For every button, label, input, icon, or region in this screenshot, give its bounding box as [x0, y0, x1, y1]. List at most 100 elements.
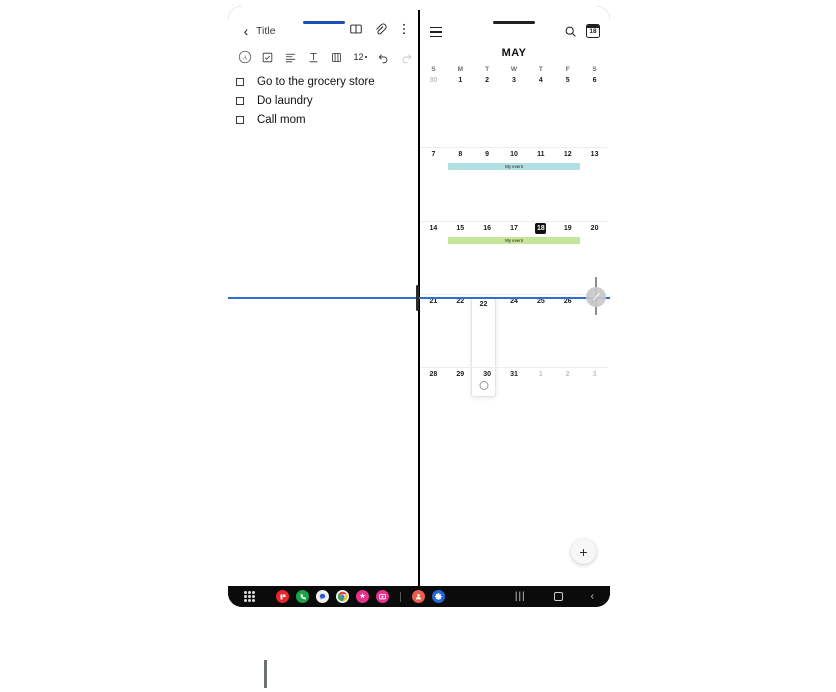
calendar-day-cell[interactable]: 2: [554, 371, 581, 381]
phone-app-icon[interactable]: [296, 590, 309, 603]
back-button[interactable]: ‹: [591, 591, 594, 602]
attach-icon[interactable]: [373, 22, 388, 38]
calendar-day-cell[interactable]: 7: [420, 151, 447, 161]
calendar-day-cell[interactable]: 29: [447, 371, 474, 381]
day-header: S: [431, 66, 436, 73]
calendar-day-cell[interactable]: 22: [447, 298, 474, 308]
calendar-day-cell[interactable]: 9: [474, 151, 501, 161]
calendar-day-cell[interactable]: 6: [581, 77, 608, 87]
calendar-day-cell[interactable]: 14: [420, 225, 447, 236]
calendar-day-cell[interactable]: 19: [554, 225, 581, 236]
day-header: F: [565, 66, 570, 73]
note-title[interactable]: Title: [256, 24, 275, 38]
calendar-week-row[interactable]: 30 1 2 3 4 5 6: [420, 74, 608, 147]
undo-icon[interactable]: [372, 48, 395, 66]
split-divider-line-left: [228, 297, 420, 299]
calendar-day-cell[interactable]: 26: [554, 298, 581, 308]
checklist-icon[interactable]: [256, 48, 279, 66]
calendar-week-day-numbers: 14 15 16 17 18 19 20: [420, 222, 608, 235]
home-button[interactable]: [553, 592, 563, 601]
device-frame: ‹ Title A 12 Go to the grocery store Do …: [228, 6, 610, 607]
calendar-day-cell[interactable]: 12: [554, 151, 581, 161]
taskbar: ||| ‹: [228, 586, 610, 607]
messages-app-icon[interactable]: [316, 590, 329, 603]
calendar-day-cell[interactable]: 15: [447, 225, 474, 236]
settings-app-icon[interactable]: [432, 590, 445, 603]
search-icon[interactable]: [564, 25, 577, 38]
calendar-day-cell[interactable]: 30: [474, 371, 501, 381]
insert-table-icon[interactable]: [325, 48, 348, 66]
calendar-day-cell[interactable]: 21: [420, 298, 447, 308]
font-size-selector[interactable]: 12: [348, 52, 372, 62]
today-highlight: 18: [535, 222, 547, 234]
all-apps-icon[interactable]: [244, 591, 255, 602]
calendar-day-cell[interactable]: 1: [447, 77, 474, 87]
checkbox-icon[interactable]: [236, 96, 244, 105]
calendar-day-cell[interactable]: 3: [501, 77, 528, 87]
day-header: M: [457, 66, 463, 73]
calendar-top-bar: 18: [420, 18, 608, 44]
calendar-day-cell[interactable]: 13: [581, 151, 608, 161]
font-size-value: 12: [353, 52, 364, 62]
taskbar-divider: [400, 591, 401, 602]
note-checklist: Go to the grocery store Do laundry Call …: [230, 72, 418, 129]
calendar-day-cell[interactable]: 20: [581, 225, 608, 236]
calendar-day-cell[interactable]: 16: [474, 225, 501, 236]
recent-apps-button[interactable]: |||: [515, 591, 526, 602]
today-date-icon-label: 18: [589, 28, 597, 35]
chrome-app-icon[interactable]: [336, 590, 349, 603]
system-nav-buttons: ||| ‹: [515, 591, 594, 602]
calendar-day-cell[interactable]: 8: [447, 151, 474, 161]
calendar-day-cell[interactable]: 25: [527, 298, 554, 308]
text-cursor: [264, 660, 267, 688]
text-style-icon[interactable]: A: [233, 48, 256, 66]
day-detail-card-date: 22: [479, 300, 488, 308]
calendar-day-cell[interactable]: 31: [501, 371, 528, 381]
calendar-day-cell[interactable]: 30: [420, 77, 447, 87]
calendar-month-grid[interactable]: 30 1 2 3 4 5 6 7 8 9 10 11 12 13 My event 14 15 16 17 18 19 2…: [420, 74, 608, 514]
calendar-week-row[interactable]: 7 8 9 10 11 12 13 My event: [420, 147, 608, 220]
add-event-button[interactable]: +: [571, 539, 596, 564]
notes-format-toolbar: A 12: [230, 47, 418, 67]
calendar-day-cell[interactable]: 18: [527, 222, 554, 236]
calendar-day-cell[interactable]: 24: [501, 298, 528, 308]
back-chevron-icon[interactable]: ‹: [239, 24, 253, 38]
view-mode-icon[interactable]: [349, 22, 364, 38]
list-item[interactable]: Call mom: [230, 110, 418, 129]
calendar-day-cell[interactable]: 17: [501, 225, 528, 236]
calendar-event-bar[interactable]: My event: [447, 163, 581, 171]
svg-text:A: A: [242, 54, 247, 61]
gallery-app-icon[interactable]: [356, 590, 369, 603]
calendar-day-cell[interactable]: 10: [501, 151, 528, 161]
contacts-app-icon[interactable]: [412, 590, 425, 603]
calendar-day-cell[interactable]: 3: [581, 371, 608, 381]
redo-icon[interactable]: [395, 48, 418, 66]
today-date-icon[interactable]: 18: [586, 24, 600, 38]
calendar-day-cell[interactable]: 5: [554, 77, 581, 87]
paragraph-align-icon[interactable]: [279, 48, 302, 66]
calendar-day-cell[interactable]: 1: [527, 371, 554, 381]
calendar-day-cell[interactable]: 11: [527, 151, 554, 161]
calendar-week-row[interactable]: 2122232425262722: [420, 293, 608, 397]
text-format-icon[interactable]: [302, 48, 325, 66]
flipboard-app-icon[interactable]: [276, 590, 289, 603]
checkbox-icon[interactable]: [236, 115, 244, 124]
calendar-day-headers: S M T W T F S: [420, 66, 608, 73]
notes-header-actions: [349, 22, 412, 38]
window-resize-handle[interactable]: [586, 287, 606, 307]
calendar-week-row[interactable]: 14 15 16 17 18 19 20 My event: [420, 220, 608, 294]
camera-app-icon[interactable]: [376, 590, 389, 603]
hamburger-menu-icon[interactable]: [430, 27, 442, 38]
calendar-month-title[interactable]: MAY: [420, 47, 608, 59]
calendar-day-cell[interactable]: 2: [474, 77, 501, 87]
split-divider-grip-left[interactable]: [416, 285, 419, 311]
calendar-week-row[interactable]: 28 29 30 31 1 2 3: [420, 367, 608, 440]
calendar-event-bar[interactable]: My event: [447, 236, 581, 244]
list-item[interactable]: Go to the grocery store: [230, 72, 418, 91]
list-item[interactable]: Do laundry: [230, 91, 418, 110]
device-screen: ‹ Title A 12 Go to the grocery store Do …: [228, 6, 610, 586]
more-options-icon[interactable]: [397, 22, 412, 38]
checkbox-icon[interactable]: [236, 77, 244, 86]
calendar-day-cell[interactable]: 28: [420, 371, 447, 381]
calendar-day-cell[interactable]: 4: [527, 77, 554, 87]
